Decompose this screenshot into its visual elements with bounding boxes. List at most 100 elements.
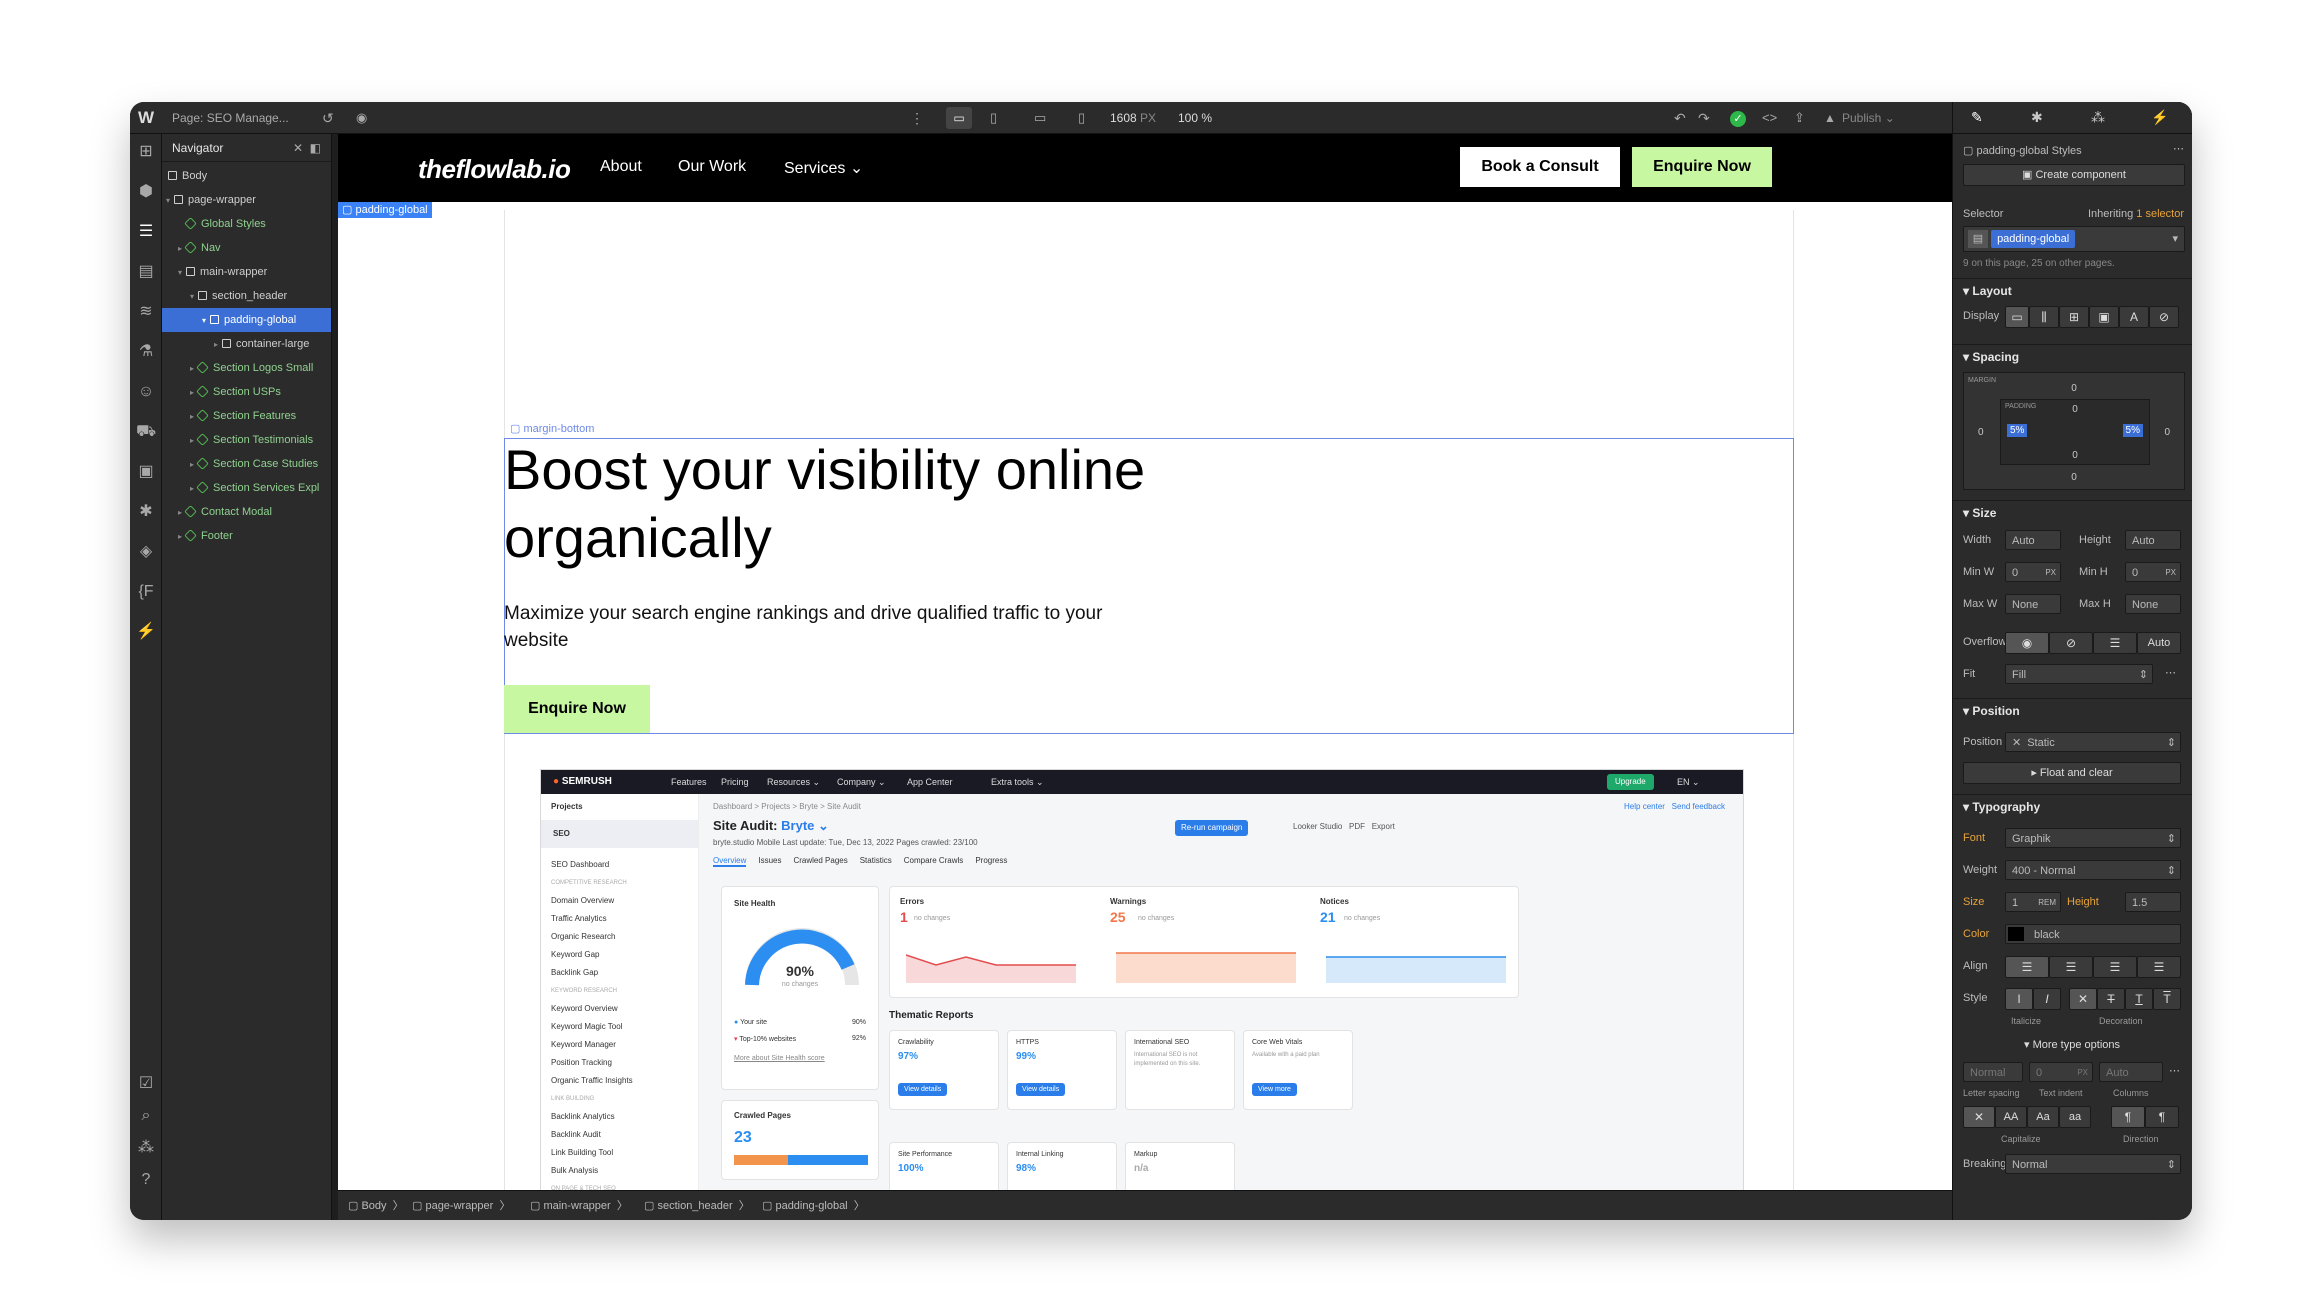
- columns-more-icon[interactable]: ⋯: [2169, 1064, 2180, 1077]
- site-logo[interactable]: theflowlab.io: [418, 154, 571, 185]
- display-flex-icon[interactable]: ⫼: [2029, 306, 2059, 328]
- element-settings-gear-icon[interactable]: ✱: [2031, 109, 2043, 126]
- style-brush-icon[interactable]: ✎: [1971, 109, 1983, 126]
- mobile-breakpoint-icon[interactable]: ▯: [1078, 102, 1085, 134]
- selector-dropdown-icon[interactable]: ▾: [2172, 227, 2178, 251]
- tasks-check-icon[interactable]: ☑: [136, 1074, 156, 1094]
- fit-select[interactable]: Fill ⇕: [2005, 664, 2153, 684]
- fit-more-icon[interactable]: ⋯: [2165, 666, 2176, 679]
- check-status-icon[interactable]: ✓: [1730, 111, 1746, 127]
- preview-eye-icon[interactable]: ◉: [356, 102, 367, 134]
- italic-off-icon[interactable]: I: [2005, 988, 2033, 1010]
- tree-item-section-features[interactable]: ▸ Section Features: [162, 404, 331, 428]
- tree-item-section-header[interactable]: ▾ section_header: [162, 284, 331, 308]
- breaking-select[interactable]: Normal ⇕: [2005, 1154, 2181, 1174]
- code-icon[interactable]: <>: [1762, 102, 1777, 134]
- interactions-icon[interactable]: ⚡: [136, 622, 156, 642]
- ecommerce-icon[interactable]: ⛟: [136, 422, 156, 442]
- align-justify-icon[interactable]: ☰: [2137, 956, 2181, 978]
- color-swatch[interactable]: [2008, 927, 2024, 941]
- users-icon[interactable]: ☺: [136, 382, 156, 402]
- display-inline-icon[interactable]: A: [2119, 306, 2149, 328]
- more-options-icon[interactable]: ⋯: [2173, 142, 2184, 155]
- webflow-logo-icon[interactable]: W: [138, 102, 154, 134]
- align-right-icon[interactable]: ☰: [2093, 956, 2137, 978]
- position-select[interactable]: ✕ Static ⇕: [2005, 732, 2181, 752]
- add-elements-icon[interactable]: ⊞: [136, 142, 156, 162]
- tree-item-main-wrapper[interactable]: ▾ main-wrapper: [162, 260, 331, 284]
- tree-item-section-services[interactable]: ▸ Section Services Expl: [162, 476, 331, 500]
- tree-item-global-styles[interactable]: Global Styles: [162, 212, 331, 236]
- book-consult-button[interactable]: Book a Consult: [1460, 147, 1620, 187]
- more-vertical-icon[interactable]: ⋮: [910, 102, 924, 134]
- more-type-options-button[interactable]: ▾ More type options: [1963, 1034, 2181, 1056]
- strikethrough-icon[interactable]: T: [2097, 988, 2125, 1010]
- collapse-icon[interactable]: ✕: [293, 134, 303, 162]
- design-canvas[interactable]: theflowlab.io About Our Work Services ⌄ …: [338, 134, 2080, 1190]
- create-component-button[interactable]: ▣ Create component: [1963, 164, 2185, 186]
- pages-icon[interactable]: ▤: [136, 262, 156, 282]
- min-width-input[interactable]: 0 PX: [2005, 562, 2061, 582]
- publish-button[interactable]: Publish ⌄: [1842, 102, 1895, 134]
- overflow-auto-button[interactable]: Auto: [2137, 632, 2181, 654]
- variables-icon[interactable]: {F: [136, 582, 156, 602]
- tree-item-body[interactable]: Body: [162, 164, 331, 188]
- help-icon[interactable]: ?: [136, 1170, 156, 1190]
- display-block-icon[interactable]: ▭: [2005, 306, 2029, 328]
- align-left-icon[interactable]: ☰: [2005, 956, 2049, 978]
- tree-item-padding-global[interactable]: ▾ padding-global: [162, 308, 331, 332]
- max-height-input[interactable]: None: [2125, 594, 2181, 614]
- capitalize-icon[interactable]: Aa: [2027, 1106, 2059, 1128]
- interactions-bolt-icon[interactable]: ⚡: [2151, 109, 2168, 126]
- nav-link-services[interactable]: Services ⌄: [784, 158, 863, 178]
- inheriting-info[interactable]: Inheriting 1 selector: [2088, 208, 2184, 220]
- tree-item-section-logos-small[interactable]: ▸ Section Logos Small: [162, 356, 331, 380]
- breadcrumb-main-wrapper[interactable]: ▢ main-wrapper 〉: [530, 1191, 628, 1220]
- breadcrumb-padding-global[interactable]: ▢ padding-global 〉: [762, 1191, 865, 1220]
- tree-item-section-case-studies[interactable]: ▸ Section Case Studies: [162, 452, 331, 476]
- color-input[interactable]: black: [2005, 924, 2181, 944]
- desktop-breakpoint-icon[interactable]: ▭: [946, 107, 972, 129]
- padding-right-value[interactable]: 5%: [2122, 424, 2143, 437]
- selector-chip[interactable]: padding-global: [1991, 230, 2076, 249]
- canvas-zoom[interactable]: 100 %: [1178, 102, 1212, 134]
- font-select[interactable]: Graphik ⇕: [2005, 828, 2181, 848]
- font-size-input[interactable]: 1 REM: [2005, 892, 2061, 912]
- nav-link-our-work[interactable]: Our Work: [678, 158, 746, 176]
- selector-field[interactable]: ▤ padding-global ▾: [1963, 226, 2185, 252]
- direction-ltr-icon[interactable]: ¶: [2111, 1106, 2145, 1128]
- tree-item-section-testimonials[interactable]: ▸ Section Testimonials: [162, 428, 331, 452]
- margin-right-value[interactable]: 0: [2164, 427, 2170, 438]
- width-input[interactable]: Auto: [2005, 530, 2061, 550]
- line-height-input[interactable]: 1.5: [2125, 892, 2181, 912]
- layout-section[interactable]: ▾ Layout: [1953, 278, 2192, 302]
- undo-icon[interactable]: ↶: [1674, 102, 1686, 134]
- breadcrumb-body[interactable]: ▢ Body 〉: [348, 1191, 404, 1220]
- landscape-breakpoint-icon[interactable]: ▭: [1034, 102, 1046, 134]
- tablet-breakpoint-icon[interactable]: ▯: [990, 102, 997, 134]
- cms-icon[interactable]: ≋: [136, 302, 156, 322]
- tree-item-nav[interactable]: ▸ Nav: [162, 236, 331, 260]
- height-input[interactable]: Auto: [2125, 530, 2181, 550]
- overline-icon[interactable]: T: [2153, 988, 2181, 1010]
- logic-icon[interactable]: ⚗: [136, 342, 156, 362]
- hero-enquire-button[interactable]: Enquire Now: [504, 685, 650, 733]
- spacing-section[interactable]: ▾ Spacing: [1953, 344, 2192, 368]
- undo-history-icon[interactable]: ↺: [322, 102, 334, 134]
- decoration-none-icon[interactable]: ✕: [2069, 988, 2097, 1010]
- settings-gear-icon[interactable]: ✱: [136, 502, 156, 522]
- share-icon[interactable]: ⇪: [1794, 102, 1805, 134]
- text-indent-input[interactable]: 0 PX: [2029, 1062, 2093, 1082]
- tree-item-contact-modal[interactable]: ▸ Contact Modal: [162, 500, 331, 524]
- search-icon[interactable]: ⌕: [136, 1106, 156, 1126]
- page-selector[interactable]: Page: SEO Manage...: [172, 102, 289, 134]
- overflow-visible-icon[interactable]: ◉: [2005, 632, 2049, 654]
- components-icon[interactable]: ⬢: [136, 182, 156, 202]
- display-inline-block-icon[interactable]: ▣: [2089, 306, 2119, 328]
- weight-select[interactable]: 400 - Normal ⇕: [2005, 860, 2181, 880]
- display-grid-icon[interactable]: ⊞: [2059, 306, 2089, 328]
- max-width-input[interactable]: None: [2005, 594, 2061, 614]
- margin-left-value[interactable]: 0: [1978, 427, 1984, 438]
- nav-link-about[interactable]: About: [600, 158, 642, 176]
- float-clear-button[interactable]: ▸ Float and clear: [1963, 762, 2181, 784]
